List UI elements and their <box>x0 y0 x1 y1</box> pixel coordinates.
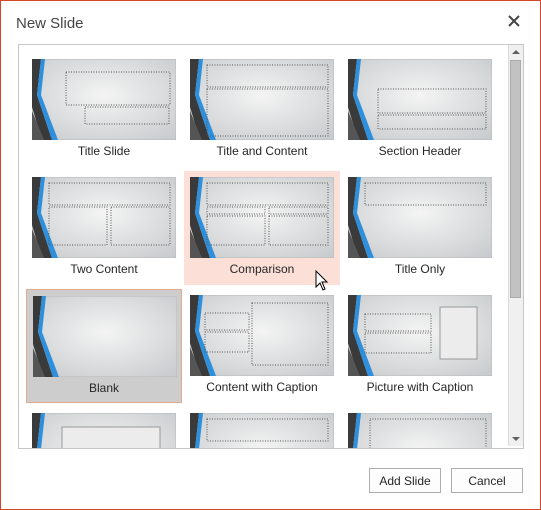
layout-gallery: Title Slide Title and Content Section He… <box>18 44 524 449</box>
layout-two-content[interactable]: Two Content <box>26 171 182 285</box>
layout-thumbnail <box>32 413 176 448</box>
layout-thumbnail <box>32 177 176 258</box>
layout-vertical-title[interactable] <box>342 407 498 448</box>
layout-thumbnail <box>348 59 492 140</box>
layout-picture-with-caption[interactable]: Picture with Caption <box>342 289 498 403</box>
close-icon[interactable] <box>506 13 522 29</box>
layout-label: Picture with Caption <box>366 380 474 394</box>
gallery-scrollbar[interactable] <box>508 45 523 446</box>
cancel-button[interactable]: Cancel <box>451 468 523 493</box>
layout-content-with-caption[interactable]: Content with Caption <box>184 289 340 403</box>
layout-label: Title and Content <box>216 144 308 158</box>
layout-label: Two Content <box>70 262 138 276</box>
layout-label: Title Only <box>394 262 446 276</box>
layout-title-only[interactable]: Title Only <box>342 171 498 285</box>
scroll-up-arrow-icon[interactable] <box>509 45 523 59</box>
layout-thumbnail <box>348 295 492 376</box>
dialog-title: New Slide <box>16 15 84 32</box>
layout-thumbnail <box>348 413 492 448</box>
layout-label: Title Slide <box>77 144 131 158</box>
layout-thumbnail <box>33 296 177 377</box>
layout-label: Blank <box>88 381 120 395</box>
scroll-thumb[interactable] <box>510 60 521 298</box>
new-slide-dialog: New Slide Title Slide Title and Content … <box>0 0 541 510</box>
mouse-pointer-icon <box>315 269 329 292</box>
layout-title-and-vertical-text[interactable] <box>184 407 340 448</box>
add-slide-button[interactable]: Add Slide <box>369 468 441 493</box>
layout-thumbnail <box>190 295 334 376</box>
layout-vertical-title-text[interactable] <box>26 407 182 448</box>
layout-comparison[interactable]: Comparison <box>184 171 340 285</box>
layout-label: Content with Caption <box>206 380 318 394</box>
layout-section-header[interactable]: Section Header <box>342 53 498 167</box>
layout-blank[interactable]: Blank <box>26 289 182 403</box>
layout-thumbnail <box>190 177 334 258</box>
scroll-down-arrow-icon[interactable] <box>509 432 523 446</box>
layout-title-slide[interactable]: Title Slide <box>26 53 182 167</box>
layout-title-and-content[interactable]: Title and Content <box>184 53 340 167</box>
layout-thumbnail <box>348 177 492 258</box>
layout-thumbnail <box>190 59 334 140</box>
layout-thumbnail <box>32 59 176 140</box>
layout-thumbnail <box>190 413 334 448</box>
layout-label: Section Header <box>378 144 462 158</box>
